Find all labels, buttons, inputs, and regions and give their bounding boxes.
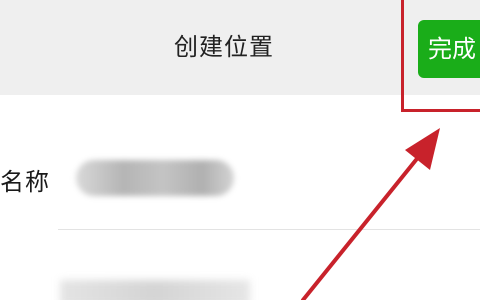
name-field-label: 名称 xyxy=(0,168,50,196)
row-divider xyxy=(58,229,480,230)
name-field-value-blurred[interactable] xyxy=(76,160,234,196)
screen: 创建位置 完成 名称 xyxy=(0,0,480,300)
next-row-blurred xyxy=(60,280,250,300)
annotation-highlight-box xyxy=(401,0,480,112)
page-title: 创建位置 xyxy=(174,33,274,61)
